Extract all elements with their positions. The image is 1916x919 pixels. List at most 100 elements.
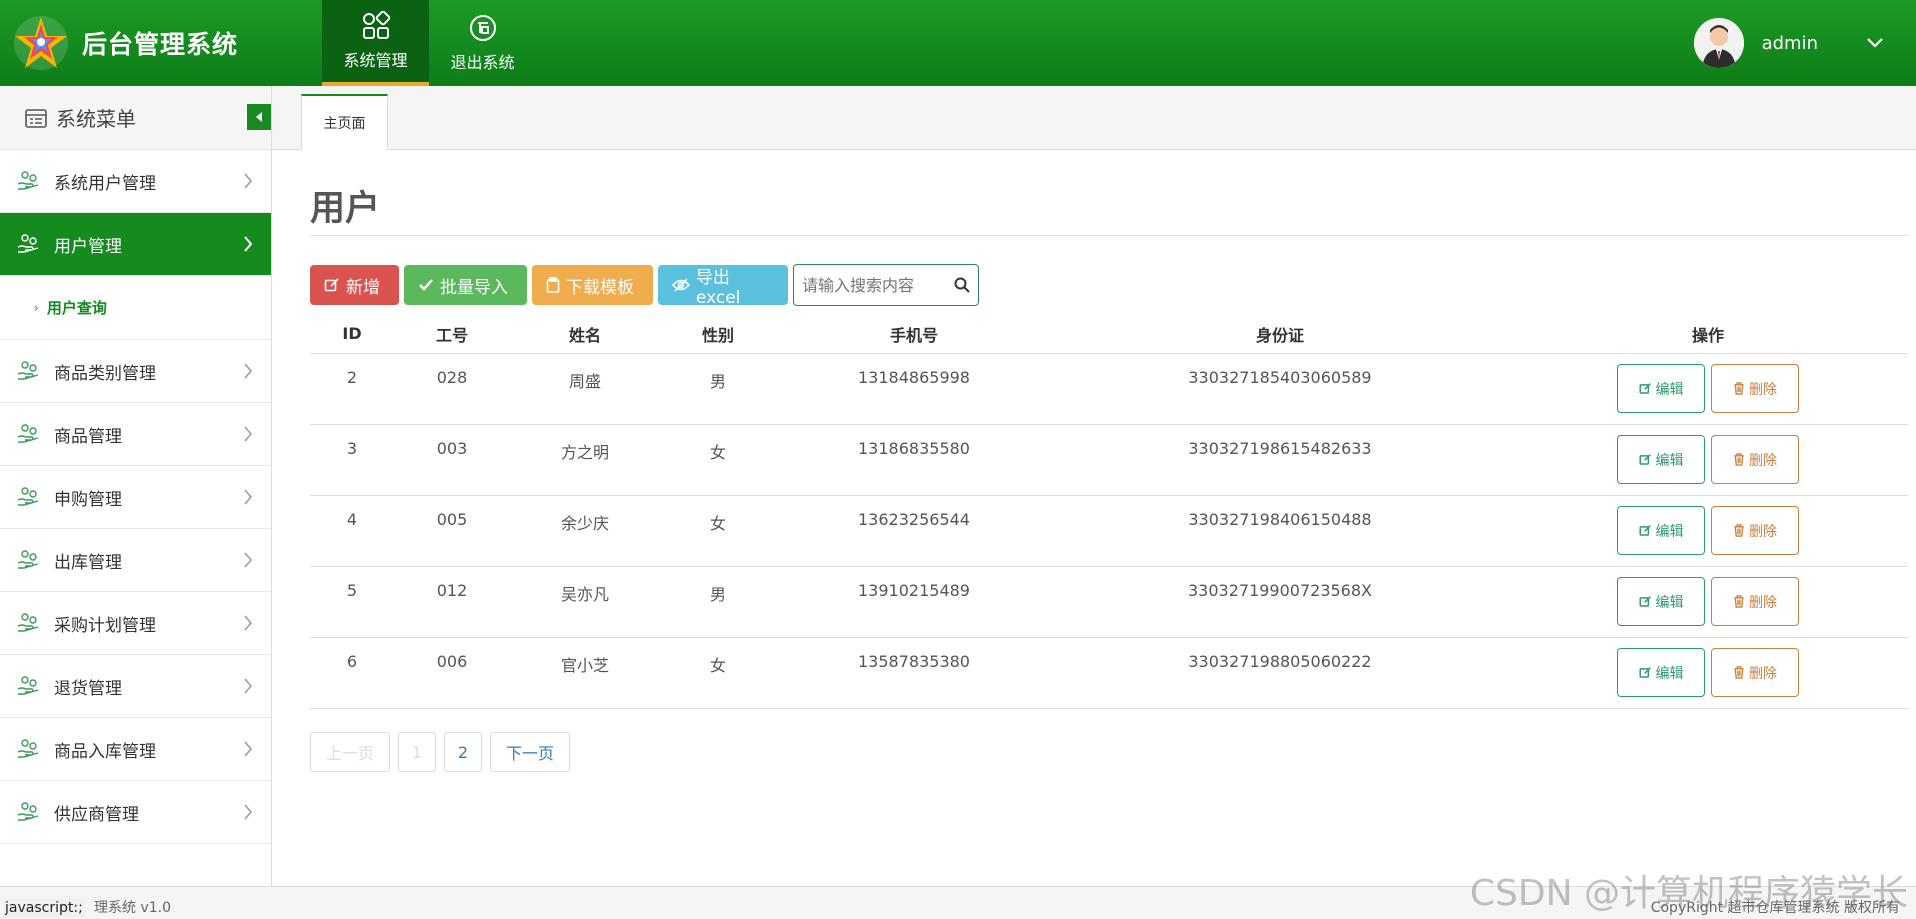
delete-button[interactable]: 删除: [1711, 435, 1799, 484]
trash-icon: [1734, 453, 1744, 466]
topnav-system-management[interactable]: 系统管理: [322, 0, 429, 86]
edit-icon: [1638, 383, 1651, 394]
add-button[interactable]: 新增: [310, 265, 399, 305]
edit-icon: [324, 278, 339, 292]
delete-button[interactable]: 删除: [1711, 506, 1799, 555]
page-2-button[interactable]: 2: [444, 732, 482, 772]
sidebar-subitem-label: 用户查询: [46, 299, 107, 317]
delete-button[interactable]: 删除: [1711, 364, 1799, 413]
chevron-right-icon: [244, 678, 252, 694]
prev-page-button[interactable]: 上一页: [310, 732, 390, 772]
sidebar-item-label: 商品管理: [54, 426, 122, 447]
trash-icon: [1734, 595, 1744, 608]
edit-button[interactable]: 编辑: [1617, 506, 1705, 555]
watermark: CSDN @计算机程序猿学长: [1469, 873, 1908, 914]
edit-icon: [1638, 525, 1651, 536]
sidebar-collapse-button[interactable]: [247, 104, 271, 130]
sidebar-item-label: 商品类别管理: [54, 363, 156, 384]
clipboard-icon: [546, 277, 560, 293]
chevron-right-icon: [244, 804, 252, 820]
download-template-button[interactable]: 下载模板: [532, 265, 653, 305]
cell-no: 005: [436, 510, 468, 529]
cell-gender: 女: [709, 656, 726, 675]
chevron-down-icon[interactable]: [1864, 32, 1886, 54]
sidebar-item-system-users[interactable]: 系统用户管理: [0, 150, 271, 213]
pagination: 上一页 1 2 下一页: [310, 732, 578, 772]
sidebar-item-inbound-management[interactable]: 商品入库管理: [0, 718, 271, 781]
delete-label: 删除: [1749, 594, 1777, 611]
batch-import-button[interactable]: 批量导入: [404, 265, 527, 305]
top-header: 后台管理系统 系统管理 退出系统 admin: [0, 0, 1916, 86]
sidebar-item-return-management[interactable]: 退货管理: [0, 655, 271, 718]
export-excel-button[interactable]: 导出excel: [658, 265, 788, 308]
chevron-right-icon: [244, 236, 253, 252]
delete-button[interactable]: 删除: [1711, 648, 1799, 697]
sidebar-item-label: 申购管理: [54, 489, 122, 510]
sidebar-item-requisition-management[interactable]: 申购管理: [0, 466, 271, 529]
trash-icon: [1734, 524, 1744, 537]
check-icon: [419, 279, 433, 291]
search-input[interactable]: [802, 275, 952, 295]
table-row: 4 005 余少庆 女 13623256544 330327198406150488 编辑 删…: [310, 496, 1908, 567]
exit-badge-icon: [469, 15, 496, 41]
cell-name: 方之明: [560, 443, 609, 462]
edit-button[interactable]: 编辑: [1617, 364, 1705, 413]
next-page-button[interactable]: 下一页: [490, 732, 570, 772]
row-actions: 编辑 删除: [1508, 506, 1908, 555]
tab-home[interactable]: 主页面: [301, 94, 388, 150]
avatar[interactable]: [1693, 18, 1744, 68]
edit-button[interactable]: 编辑: [1617, 435, 1705, 484]
edit-icon: [1638, 454, 1651, 465]
toolbar: 新增 批量导入 下载模板 导出excel: [310, 264, 979, 308]
sidebar-item-supplier-management[interactable]: 供应商管理: [0, 781, 271, 844]
table-row: 2 028 周盛 男 13184865998 330327185403060589 编辑 删除: [310, 354, 1908, 425]
edit-icon: [1638, 596, 1651, 607]
topnav-exit-system[interactable]: 退出系统: [429, 0, 536, 86]
search-box[interactable]: [793, 264, 979, 306]
edit-button[interactable]: 编辑: [1617, 648, 1705, 697]
cell-id: 6: [346, 652, 358, 671]
col-header-name: 姓名: [568, 325, 601, 345]
table-row: 6 006 官小芝 女 13587835380 330327198805060222 编辑 删…: [310, 638, 1908, 709]
edit-button[interactable]: 编辑: [1617, 577, 1705, 626]
sidebar-item-label: 退货管理: [54, 678, 122, 699]
grid-icon: [362, 11, 390, 39]
cell-id: 3: [346, 439, 358, 458]
page-1-button[interactable]: 1: [398, 732, 436, 772]
sidebar-item-user-management[interactable]: 用户管理: [0, 213, 271, 276]
sidebar-subitem-user-query[interactable]: › 用户查询: [0, 276, 271, 340]
export-excel-label: 导出excel: [695, 267, 741, 308]
caret-left-icon: [256, 112, 262, 122]
download-template-label: 下载模板: [566, 277, 634, 298]
sidebar-header: 系统菜单: [0, 86, 271, 150]
cell-phone: 13186835580: [858, 439, 970, 458]
page-title: 用户: [310, 189, 381, 229]
logo-area[interactable]: 后台管理系统: [0, 0, 322, 86]
hand-coins-icon: [17, 613, 39, 632]
sidebar-item-outbound-management[interactable]: 出库管理: [0, 529, 271, 592]
edit-icon: [1638, 667, 1651, 678]
row-actions: 编辑 删除: [1508, 435, 1908, 484]
sidebar-item-purchase-plan-management[interactable]: 采购计划管理: [0, 592, 271, 655]
hand-coins-icon: [17, 802, 39, 821]
trash-icon: [1734, 666, 1744, 679]
footer-version: 理系统 v1.0: [94, 900, 171, 916]
table-row: 5 012 吴亦凡 男 13910215489 33032719900723568X 编辑 删…: [310, 567, 1908, 638]
cell-actions: 编辑 删除: [1508, 638, 1908, 708]
edit-label: 编辑: [1655, 594, 1684, 611]
cell-phone: 13587835380: [858, 652, 970, 671]
sidebar: 系统菜单 系统用户管理 用户管理 › 用户查询 商品类别管理 商品管理 申购管理…: [0, 86, 272, 919]
cell-idcard: 330327198805060222: [1188, 652, 1372, 671]
user-menu[interactable]: admin: [1693, 0, 1916, 86]
cell-gender: 女: [709, 514, 726, 533]
sidebar-item-category-management[interactable]: 商品类别管理: [0, 340, 271, 403]
table-header: ID 工号 姓名 性别 手机号 身份证 操作: [310, 314, 1908, 354]
cell-no: 006: [436, 652, 468, 671]
hand-coins-icon: [17, 424, 39, 443]
app-root: 后台管理系统 系统管理 退出系统 admin 系统菜单 系统用户管理 用户管理 …: [0, 0, 1916, 919]
cell-name: 周盛: [568, 372, 601, 391]
search-icon[interactable]: [954, 277, 970, 293]
delete-button[interactable]: 删除: [1711, 577, 1799, 626]
delete-label: 删除: [1749, 665, 1777, 682]
sidebar-item-goods-management[interactable]: 商品管理: [0, 403, 271, 466]
